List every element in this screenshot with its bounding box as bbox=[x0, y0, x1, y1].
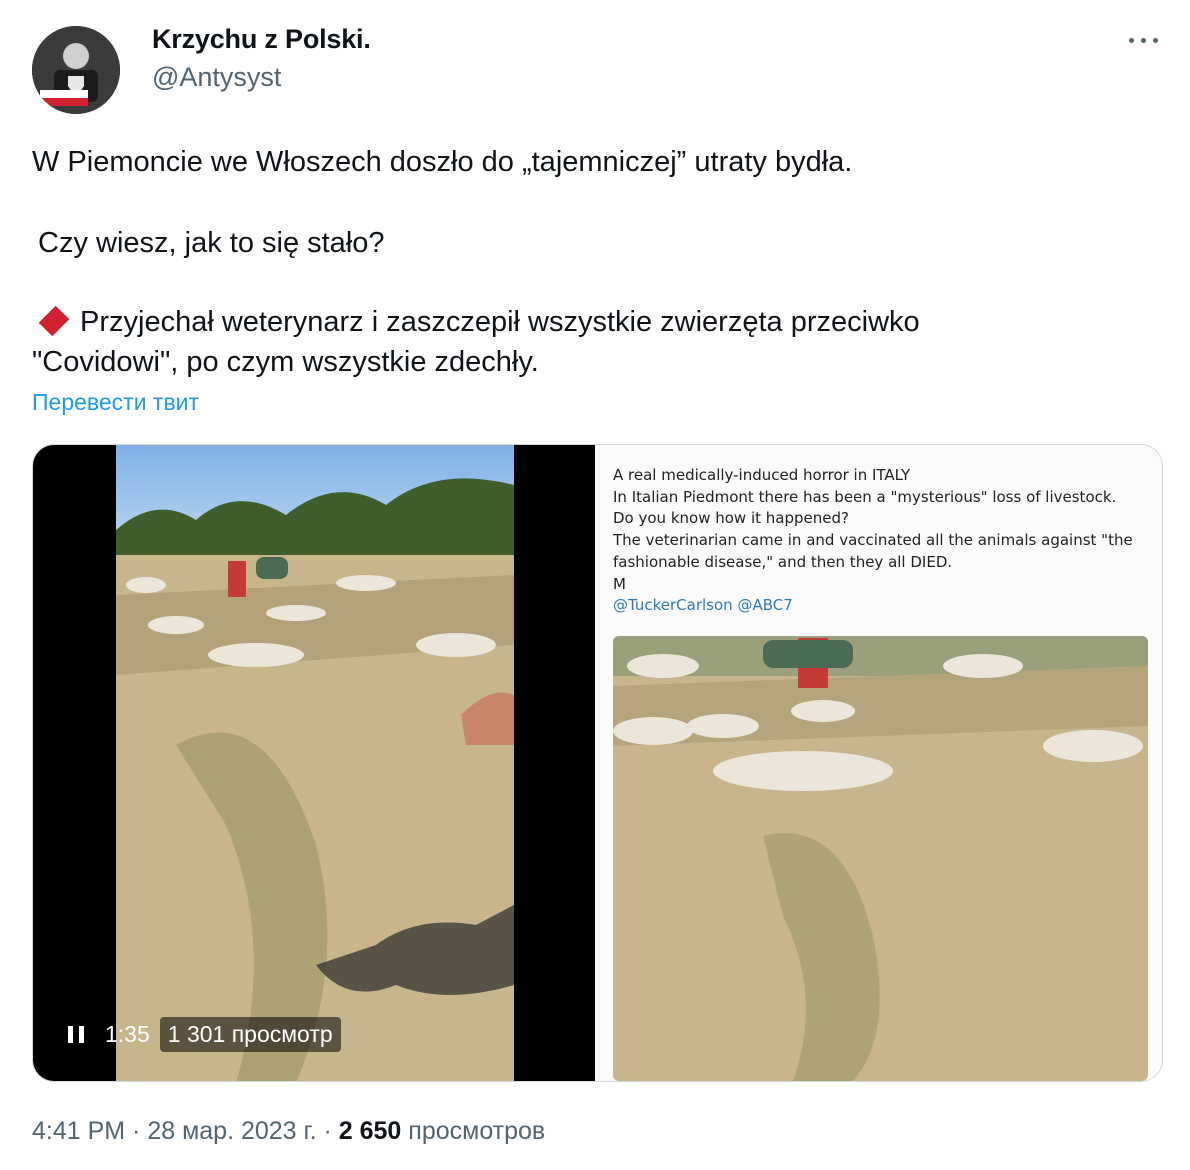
views-count: 2 650 bbox=[338, 1117, 402, 1145]
pause-icon[interactable] bbox=[59, 1015, 95, 1053]
tweet-text-line: W Piemoncie we Włoszech doszło do „tajem… bbox=[32, 146, 853, 178]
quoted-text-line: The veterinarian came in and vaccinated … bbox=[613, 531, 1133, 550]
tweet-text-line: "Covidowi", po czym wszystkie zdechły. bbox=[32, 346, 539, 378]
views-label: просмотров bbox=[408, 1117, 546, 1145]
quoted-text-line: Do you know how it happened? bbox=[613, 509, 849, 528]
tweet-footer: 4:41 PM · 28 мар. 2023 г. · 2 650 просмо… bbox=[32, 1117, 546, 1145]
quoted-mentions: @TuckerCarlson @ABC7 bbox=[613, 596, 793, 615]
quoted-text-line: A real medically-induced horror in ITALY bbox=[613, 466, 911, 484]
quoted-text-line: In Italian Piedmont there has been a "my… bbox=[613, 487, 1117, 506]
quoted-photo bbox=[613, 636, 1148, 1081]
quoted-text-line: M bbox=[613, 574, 626, 593]
tweet-text-line: Czy wiesz, jak to się stało? bbox=[38, 227, 385, 259]
video-controls: 1:35 1 301 просмотр bbox=[59, 1015, 341, 1053]
quoted-text: A real medically-induced horror in ITALY… bbox=[613, 465, 1133, 617]
quoted-text-line: fashionable disease," and then they all … bbox=[613, 552, 953, 571]
video-frame bbox=[116, 445, 514, 1081]
tweet-text-line: Przyjechał weterynarz i zaszczepił wszys… bbox=[32, 302, 920, 342]
video-time: 1:35 bbox=[105, 1020, 150, 1047]
video-views-badge: 1 301 просмотр bbox=[159, 1016, 341, 1052]
avatar-image bbox=[32, 26, 120, 114]
author-handle[interactable]: @Antysyst bbox=[152, 62, 281, 93]
translate-tweet-link[interactable]: Перевести твит bbox=[32, 389, 199, 416]
more-options-icon[interactable] bbox=[1126, 26, 1162, 54]
tweet-date[interactable]: 28 мар. 2023 г. bbox=[147, 1117, 316, 1145]
tweet-text-span: Przyjechał weterynarz i zaszczepił wszys… bbox=[80, 306, 920, 338]
avatar[interactable] bbox=[32, 26, 120, 114]
video-player[interactable]: 1:35 1 301 просмотр bbox=[33, 445, 595, 1081]
red-diamond-icon bbox=[38, 305, 70, 337]
author-display-name[interactable]: Krzychu z Polski. bbox=[152, 24, 371, 55]
quoted-screenshot[interactable]: A real medically-induced horror in ITALY… bbox=[595, 445, 1162, 1081]
tweet-media[interactable]: 1:35 1 301 просмотр A real medically-ind… bbox=[32, 444, 1163, 1082]
tweet-time[interactable]: 4:41 PM bbox=[32, 1117, 125, 1145]
